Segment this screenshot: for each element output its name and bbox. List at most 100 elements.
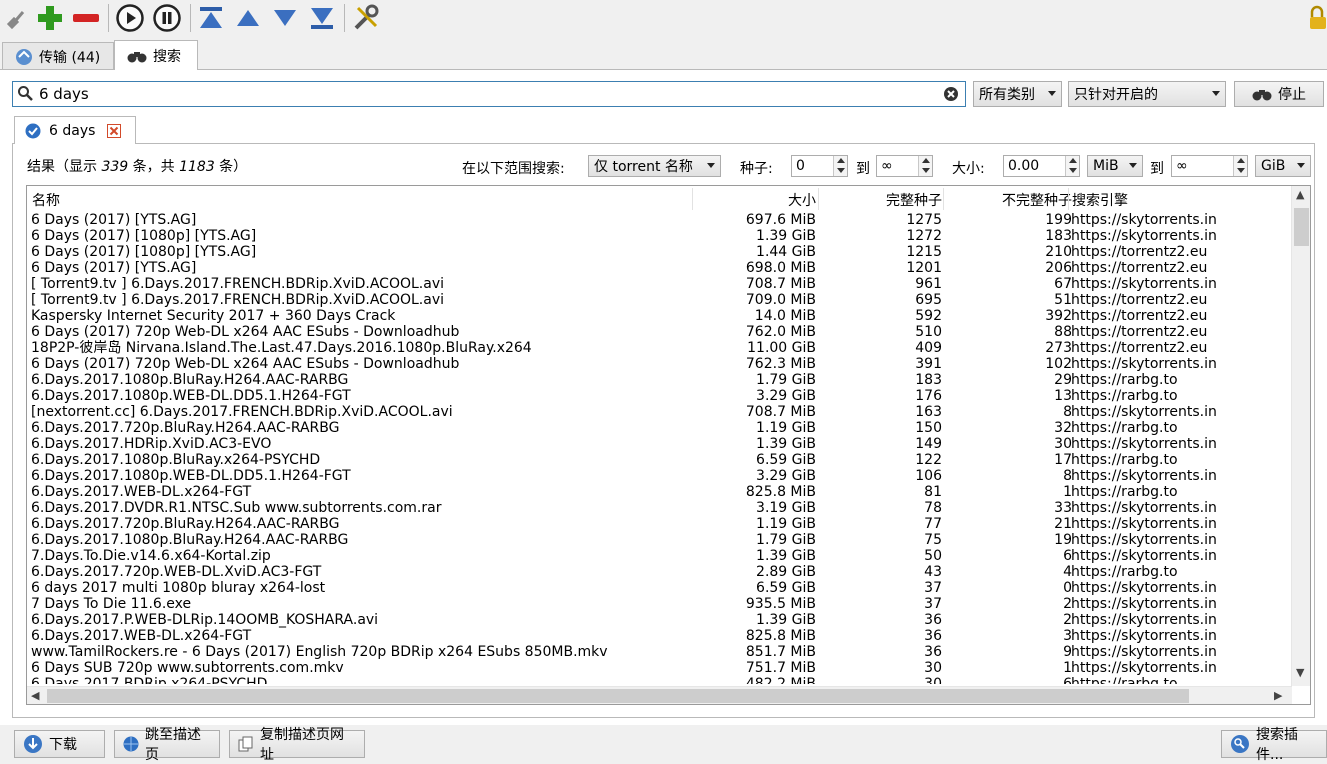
scroll-right-icon[interactable]: ▶ xyxy=(1274,689,1282,702)
cell-leech: 273 xyxy=(1045,340,1072,356)
table-row[interactable]: 6.Days.2017.P.WEB-DLRip.14OOMB_KOSHARA.a… xyxy=(27,612,1292,628)
spin-arrows-icon[interactable] xyxy=(1233,156,1247,176)
table-row[interactable]: 6 Days (2017) [1080p] [YTS.AG] 1.39 GiB 12… xyxy=(27,228,1292,244)
magnet-link-icon[interactable] xyxy=(2,2,32,34)
table-row[interactable]: 6.Days.2017.720p.BluRay.H264.AAC-RARBG 1.… xyxy=(27,420,1292,436)
stop-button[interactable]: 停止 xyxy=(1234,81,1324,107)
table-row[interactable]: 6.Days.2017.1080p.BluRay.H264.AAC-RARBG 1… xyxy=(27,532,1292,548)
seeds-min-spinbox[interactable]: 0 xyxy=(791,155,848,177)
chevron-down-icon xyxy=(1129,163,1137,168)
copy-description-url-label: 复制描述页网址 xyxy=(260,727,344,763)
close-tab-icon[interactable] xyxy=(107,123,122,138)
table-row[interactable]: 6.Days.2017.WEB-DL.x264-FGT 825.8 MiB 36 3 h… xyxy=(27,628,1292,644)
cell-name: 7 Days To Die 11.6.exe xyxy=(31,596,192,612)
cell-leech: 13 xyxy=(1054,388,1072,404)
plugin-select[interactable]: 只针对开启的 xyxy=(1068,81,1226,107)
lock-icon[interactable] xyxy=(1306,2,1327,34)
size-min-spinbox[interactable]: 0.00 xyxy=(1003,155,1080,177)
pause-icon[interactable] xyxy=(152,2,182,34)
cell-name: 6.Days.2017.1080p.BluRay.x264-PSYCHD xyxy=(31,452,321,468)
cell-engine: https://skytorrents.in xyxy=(1071,628,1217,644)
spin-arrows-icon[interactable] xyxy=(833,156,847,176)
download-button[interactable]: 下载 xyxy=(14,730,105,758)
cell-seeds: 36 xyxy=(924,612,942,628)
table-row[interactable]: 6 Days (2017) [1080p] [YTS.AG] 1.44 GiB 12… xyxy=(27,244,1292,260)
table-row[interactable]: 18P2P-彼岸岛 Nirvana.Island.The.Last.47.Day… xyxy=(27,340,1292,356)
table-row[interactable]: 6.Days.2017.WEB-DL.x264-FGT 825.8 MiB 81 1 h… xyxy=(27,484,1292,500)
search-box[interactable] xyxy=(12,81,966,107)
table-row[interactable]: 6 Days (2017) [YTS.AG] 697.6 MiB 1275 199 ht… xyxy=(27,212,1292,228)
cell-engine: https://skytorrents.in xyxy=(1071,580,1217,596)
table-row[interactable]: 6.Days.2017.1080p.WEB-DL.DD5.1.H264-FGT 3… xyxy=(27,388,1292,404)
header-size[interactable]: 大小 xyxy=(788,190,816,210)
scroll-up-icon[interactable]: ▲ xyxy=(1296,188,1304,201)
table-row[interactable]: 6.Days.2017.HDRip.XviD.AC3-EVO 1.39 GiB 14… xyxy=(27,436,1292,452)
cell-engine: https://rarbg.to xyxy=(1071,452,1178,468)
scroll-down-icon[interactable]: ▼ xyxy=(1296,666,1304,679)
horizontal-scrollbar[interactable]: ◀ ▶ xyxy=(27,686,1292,704)
resume-icon[interactable] xyxy=(115,2,145,34)
table-row[interactable]: [ Torrent9.tv ] 6.Days.2017.FRENCH.BDRip… xyxy=(27,276,1292,292)
header-name[interactable]: 名称 xyxy=(32,190,60,210)
add-torrent-icon[interactable] xyxy=(35,2,65,34)
cell-leech: 199 xyxy=(1045,212,1072,228)
header-engine[interactable]: 搜索引擎 xyxy=(1072,190,1128,210)
clear-search-icon[interactable] xyxy=(943,86,959,106)
tab-search[interactable]: 搜索 xyxy=(114,40,198,70)
scroll-left-icon[interactable]: ◀ xyxy=(31,689,39,702)
summary-suffix: 条） xyxy=(214,159,248,175)
tab-search-results[interactable]: 6 days xyxy=(14,116,136,144)
copy-description-url-button[interactable]: 复制描述页网址 xyxy=(229,727,365,763)
search-plugins-button[interactable]: 搜索插件... xyxy=(1221,727,1327,763)
table-row[interactable]: [nextorrent.cc] 6.Days.2017.FRENCH.BDRip… xyxy=(27,404,1292,420)
cell-engine: https://skytorrents.in xyxy=(1071,276,1217,292)
cell-size: 6.59 GiB xyxy=(756,452,816,468)
table-row[interactable]: 7.Days.To.Die.v14.6.x64-Kortal.zip 1.39 G… xyxy=(27,548,1292,564)
size-max-spinbox[interactable]: ∞ xyxy=(1171,155,1248,177)
size-min-unit-select[interactable]: MiB xyxy=(1087,155,1143,177)
vertical-scrollbar[interactable]: ▲ ▼ xyxy=(1291,186,1310,686)
cell-size: 708.7 MiB xyxy=(745,404,816,420)
horizontal-scroll-thumb[interactable] xyxy=(47,689,1189,703)
spin-arrows-icon[interactable] xyxy=(1065,156,1079,176)
move-down-icon[interactable] xyxy=(270,2,300,34)
table-row[interactable]: 6 Days (2017) 720p Web-DL x264 AAC ESubs… xyxy=(27,356,1292,372)
table-row[interactable]: Kaspersky Internet Security 2017 + 360 D… xyxy=(27,308,1292,324)
move-top-icon[interactable] xyxy=(196,2,226,34)
category-select[interactable]: 所有类别 xyxy=(973,81,1062,107)
cell-size: 1.39 GiB xyxy=(756,612,816,628)
table-row[interactable]: 6.Days.2017.720p.WEB-DL.XviD.AC3-FGT 2.89… xyxy=(27,564,1292,580)
table-row[interactable]: www.TamilRockers.re - 6 Days (2017) Engl… xyxy=(27,644,1292,660)
table-row[interactable]: 6 Days SUB 720p www.subtorrents.com.mkv 7… xyxy=(27,660,1292,676)
cell-seeds: 510 xyxy=(915,324,942,340)
table-row[interactable]: 6.Days.2017.1080p.BluRay.x264-PSYCHD 6.59… xyxy=(27,452,1292,468)
move-bottom-icon[interactable] xyxy=(307,2,337,34)
size-label: 大小: xyxy=(952,161,985,177)
move-up-icon[interactable] xyxy=(233,2,263,34)
table-row[interactable]: 6.Days.2017.1080p.BluRay.H264.AAC-RARBG 1… xyxy=(27,372,1292,388)
table-row[interactable]: 6.Days.2017.DVDR.R1.NTSC.Sub www.subtorr… xyxy=(27,500,1292,516)
options-icon[interactable] xyxy=(351,2,381,34)
vertical-scroll-thumb[interactable] xyxy=(1294,208,1309,246)
goto-description-button[interactable]: 跳至描述页 xyxy=(114,727,220,763)
seeds-max-spinbox[interactable]: ∞ xyxy=(876,155,933,177)
cell-size: 3.29 GiB xyxy=(756,388,816,404)
table-row[interactable]: 6 Days (2017) [YTS.AG] 698.0 MiB 1201 206 ht… xyxy=(27,260,1292,276)
table-row[interactable]: 6.Days.2017.720p.BluRay.H264.AAC-RARBG 1.… xyxy=(27,516,1292,532)
table-row[interactable]: [ Torrent9.tv ] 6.Days.2017.FRENCH.BDRip… xyxy=(27,292,1292,308)
cell-engine: https://rarbg.to xyxy=(1071,676,1178,684)
remove-torrent-icon[interactable] xyxy=(71,2,101,34)
size-max-unit-select[interactable]: GiB xyxy=(1255,155,1311,177)
search-input[interactable] xyxy=(37,84,937,104)
spin-arrows-icon[interactable] xyxy=(918,156,932,176)
header-seeds[interactable]: 完整种子 xyxy=(886,190,942,210)
table-row[interactable]: 6.Days.2017.BDRip.x264-PSYCHD 482.2 MiB 30… xyxy=(27,676,1292,684)
table-row[interactable]: 6 Days (2017) 720p Web-DL x264 AAC ESubs… xyxy=(27,324,1292,340)
header-leech[interactable]: 不完整种子 xyxy=(1002,190,1072,210)
size-max-value: ∞ xyxy=(1176,158,1188,174)
tab-transfers[interactable]: 传输 (44) xyxy=(2,42,114,70)
table-row[interactable]: 6.Days.2017.1080p.WEB-DL.DD5.1.H264-FGT 3… xyxy=(27,468,1292,484)
table-row[interactable]: 6 days 2017 multi 1080p bluray x264-lost… xyxy=(27,580,1292,596)
search-in-select[interactable]: 仅 torrent 名称 xyxy=(588,155,721,177)
table-row[interactable]: 7 Days To Die 11.6.exe 935.5 MiB 37 2 https:… xyxy=(27,596,1292,612)
